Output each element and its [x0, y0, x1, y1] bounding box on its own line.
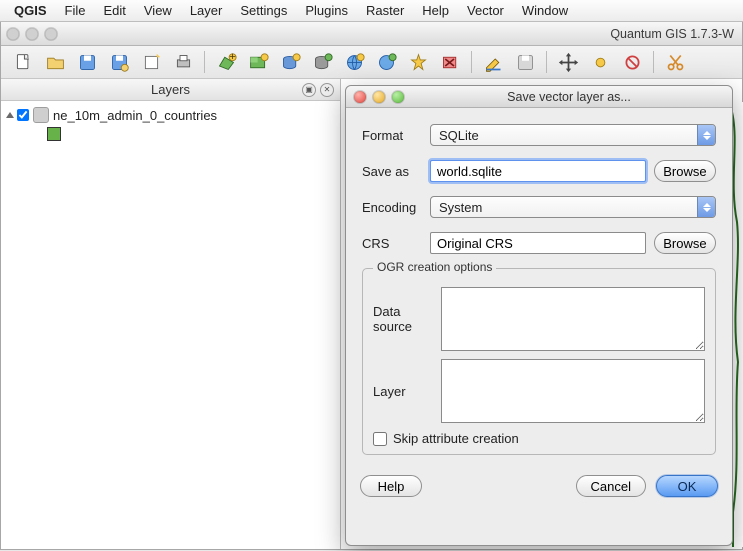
add-vector-layer-icon[interactable]: +: [214, 50, 238, 74]
traffic-lights: [7, 28, 57, 40]
dialog-close-icon[interactable]: [354, 91, 366, 103]
help-button[interactable]: Help: [360, 475, 422, 497]
saveas-label: Save as: [362, 164, 430, 179]
open-project-icon[interactable]: [43, 50, 67, 74]
saveas-input[interactable]: [430, 160, 646, 182]
menu-window[interactable]: Window: [522, 3, 568, 18]
new-project-icon[interactable]: [11, 50, 35, 74]
layers-tree: ne_10m_admin_0_countries: [1, 101, 340, 549]
polygon-layer-icon: [33, 107, 49, 123]
layer-visibility-checkbox[interactable]: [17, 109, 29, 121]
toolbar-separator: [653, 51, 654, 73]
menu-settings[interactable]: Settings: [240, 3, 287, 18]
layer-name: ne_10m_admin_0_countries: [53, 108, 217, 123]
select-arrows-icon: [697, 197, 715, 217]
main-close-icon[interactable]: [7, 28, 19, 40]
dialog-title: Save vector layer as...: [414, 90, 724, 104]
encoding-select[interactable]: System: [430, 196, 716, 218]
main-minimize-icon[interactable]: [26, 28, 38, 40]
menu-plugins[interactable]: Plugins: [305, 3, 348, 18]
encoding-value: System: [439, 200, 482, 215]
add-raster-layer-icon[interactable]: [246, 50, 270, 74]
menu-edit[interactable]: Edit: [103, 3, 125, 18]
ogr-options-legend: OGR creation options: [373, 260, 496, 274]
datasource-textarea[interactable]: [441, 287, 705, 351]
new-bookmark-icon[interactable]: [406, 50, 430, 74]
skip-attribute-checkbox[interactable]: [373, 432, 387, 446]
menu-raster[interactable]: Raster: [366, 3, 404, 18]
layers-close-icon[interactable]: ✕: [320, 83, 334, 97]
crs-label: CRS: [362, 236, 430, 251]
cut-icon[interactable]: [663, 50, 687, 74]
main-toolbar: +: [1, 46, 742, 79]
toolbar-separator: [471, 51, 472, 73]
add-wfs-layer-icon[interactable]: [374, 50, 398, 74]
dialog-minimize-icon[interactable]: [373, 91, 385, 103]
format-label: Format: [362, 128, 430, 143]
save-project-icon[interactable]: [75, 50, 99, 74]
dialog-footer: Help Cancel OK: [346, 465, 732, 511]
format-value: SQLite: [439, 128, 479, 143]
format-select[interactable]: SQLite: [430, 124, 716, 146]
skip-attribute-label: Skip attribute creation: [393, 431, 519, 446]
dialog-titlebar: Save vector layer as...: [346, 86, 732, 108]
layer-legend-swatch: [47, 127, 61, 141]
add-postgis-layer-icon[interactable]: [278, 50, 302, 74]
add-wms-layer-icon[interactable]: [342, 50, 366, 74]
select-icon[interactable]: [588, 50, 612, 74]
pencil-edit-icon[interactable]: [481, 50, 505, 74]
crs-browse-button[interactable]: Browse: [654, 232, 716, 254]
mac-menubar: QGIS File Edit View Layer Settings Plugi…: [0, 0, 743, 22]
ok-button[interactable]: OK: [656, 475, 718, 497]
cancel-button[interactable]: Cancel: [576, 475, 646, 497]
datasource-label: Data source: [373, 304, 441, 334]
save-project-as-icon[interactable]: [107, 50, 131, 74]
layers-undock-icon[interactable]: ▣: [302, 83, 316, 97]
saveas-browse-button[interactable]: Browse: [654, 160, 716, 182]
menu-vector[interactable]: Vector: [467, 3, 504, 18]
add-spatialite-layer-icon[interactable]: [310, 50, 334, 74]
save-vector-dialog: Save vector layer as... Format SQLite Sa…: [345, 85, 733, 546]
main-window-titlebar: Quantum GIS 1.7.3-W: [1, 22, 742, 46]
navigate-icon[interactable]: [556, 50, 580, 74]
menu-help[interactable]: Help: [422, 3, 449, 18]
toolbar-separator: [546, 51, 547, 73]
new-print-composer-icon[interactable]: [139, 50, 163, 74]
layer-row[interactable]: ne_10m_admin_0_countries: [5, 105, 336, 125]
toolbar-separator: [204, 51, 205, 73]
main-zoom-icon[interactable]: [45, 28, 57, 40]
svg-text:+: +: [229, 52, 236, 63]
main-window-title: Quantum GIS 1.7.3-W: [67, 27, 736, 41]
menu-file[interactable]: File: [65, 3, 86, 18]
ogr-layer-label: Layer: [373, 384, 441, 399]
select-arrows-icon: [697, 125, 715, 145]
menu-view[interactable]: View: [144, 3, 172, 18]
layers-panel: Layers ▣ ✕ ne_10m_admin_0_countries: [1, 79, 341, 549]
encoding-label: Encoding: [362, 200, 430, 215]
crs-input[interactable]: [430, 232, 646, 254]
deselect-icon[interactable]: [620, 50, 644, 74]
ogr-layer-textarea[interactable]: [441, 359, 705, 423]
layers-panel-title: Layers: [151, 82, 190, 97]
ogr-options-groupbox: OGR creation options Data source Layer S…: [362, 268, 716, 455]
print-icon[interactable]: [171, 50, 195, 74]
layers-panel-titlebar: Layers ▣ ✕: [1, 79, 340, 101]
app-menu[interactable]: QGIS: [14, 3, 47, 18]
expand-caret-icon[interactable]: [6, 112, 14, 118]
dialog-zoom-icon[interactable]: [392, 91, 404, 103]
menu-layer[interactable]: Layer: [190, 3, 223, 18]
remove-layer-icon[interactable]: [438, 50, 462, 74]
save-edits-icon[interactable]: [513, 50, 537, 74]
